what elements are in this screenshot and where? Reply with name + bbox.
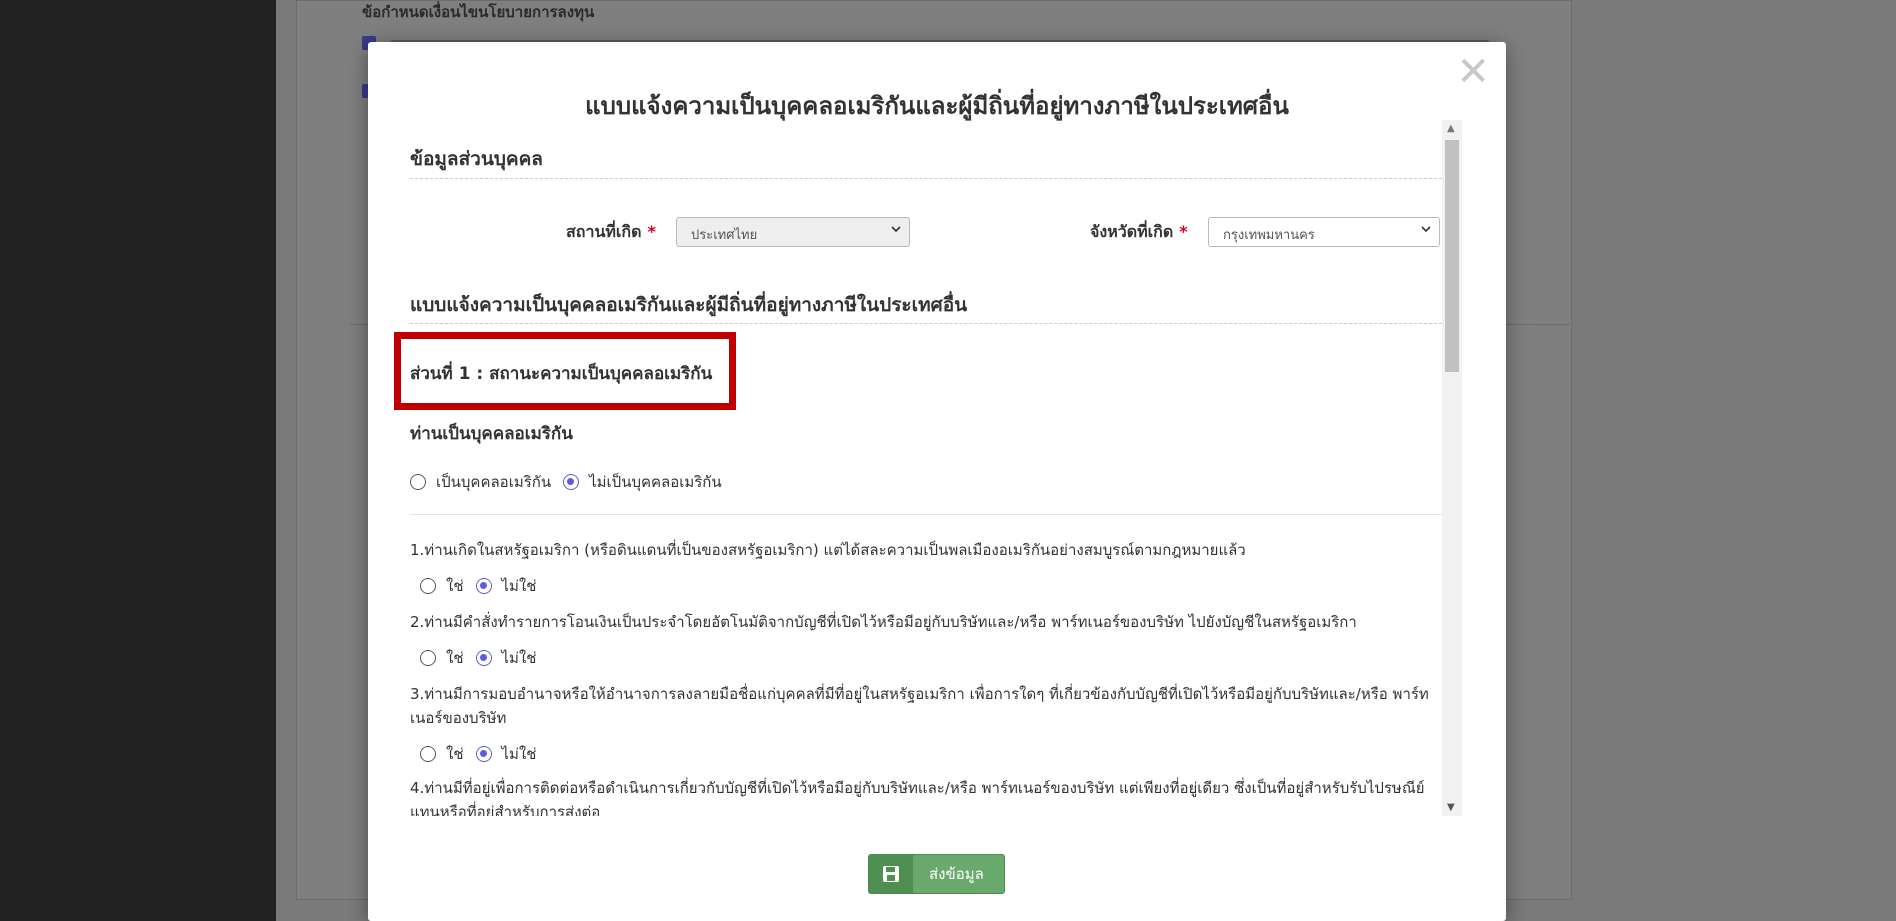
section-divider <box>410 514 1442 515</box>
modal-scrollbar[interactable]: ▲ ▼ <box>1442 120 1462 816</box>
section-divider <box>410 323 1442 324</box>
no-label: ไม่ใช่ <box>501 649 537 667</box>
yes-label: ใช่ <box>446 577 464 595</box>
question-2-text: 2.ท่านมีคำสั่งทำรายการโอนเงินเป็นประจำโด… <box>410 613 1357 631</box>
question-3-radio-group: ใช่ ไม่ใช่ <box>420 742 548 766</box>
yes-label: ใช่ <box>446 745 464 763</box>
scroll-down-icon[interactable]: ▼ <box>1447 802 1455 813</box>
us-person-yes-radio[interactable] <box>410 474 426 490</box>
no-label: ไม่ใช่ <box>501 745 537 763</box>
question-2-radio-group: ใช่ ไม่ใช่ <box>420 646 548 670</box>
us-person-yes-label: เป็นบุคคลอเมริกัน <box>436 473 552 491</box>
birth-place-select[interactable]: ประเทศไทย <box>676 217 910 247</box>
question-3-yes-radio[interactable] <box>420 746 436 762</box>
chevron-down-icon <box>891 226 901 233</box>
submit-label: ส่งข้อมูล <box>929 865 984 883</box>
birth-province-label-text: จังหวัดที่เกิด <box>1090 222 1174 241</box>
birth-place-label: สถานที่เกิด * <box>566 220 656 245</box>
birth-province-label: จังหวัดที่เกิด * <box>1090 220 1188 245</box>
question-4-text: 4.ท่านมีที่อยู่เพื่อการติดต่อหรือดำเนินก… <box>410 779 1425 816</box>
scrollbar-thumb[interactable] <box>1445 140 1459 372</box>
us-person-no-label: ไม่เป็นบุคคลอเมริกัน <box>589 473 722 491</box>
section-divider <box>410 178 1442 179</box>
fatca-section-title: แบบแจ้งความเป็นบุคคลอเมริกันและผู้มีถิ่น… <box>410 294 968 316</box>
birth-province-select[interactable]: กรุงเทพมหานคร <box>1208 217 1440 247</box>
birth-province-value: กรุงเทพมหานคร <box>1223 228 1315 243</box>
birth-place-value: ประเทศไทย <box>691 228 758 243</box>
part1-highlight-box <box>394 332 736 410</box>
background-sidebar <box>0 0 276 921</box>
birth-place-label-text: สถานที่เกิด <box>566 222 642 241</box>
us-person-radio-group: เป็นบุคคลอเมริกัน ไม่เป็นบุคคลอเมริกัน <box>410 470 734 494</box>
question-1-yes-radio[interactable] <box>420 578 436 594</box>
required-marker: * <box>1179 222 1188 241</box>
question-2-no-radio[interactable] <box>475 650 492 666</box>
required-marker: * <box>647 222 656 241</box>
chevron-down-icon <box>1421 226 1431 233</box>
question-3-text: 3.ท่านมีการมอบอำนาจหรือให้อำนาจการลงลายม… <box>410 685 1429 727</box>
question-3-no-radio[interactable] <box>475 746 492 762</box>
modal-scroll-content[interactable]: ข้อมูลส่วนบุคคล สถานที่เกิด * ประเทศไทย จ… <box>410 120 1442 816</box>
floppy-disk-icon <box>869 855 913 893</box>
question-1-radio-group: ใช่ ไม่ใช่ <box>420 574 548 598</box>
us-person-no-radio[interactable] <box>563 474 580 490</box>
no-label: ไม่ใช่ <box>501 577 537 595</box>
yes-label: ใช่ <box>446 649 464 667</box>
us-person-question: ท่านเป็นบุคคลอเมริกัน <box>410 424 573 444</box>
question-1-no-radio[interactable] <box>475 578 492 594</box>
background-heading: ข้อกำหนดเงื่อนไขนโยบายการลงทุน <box>362 3 595 21</box>
question-1-text: 1.ท่านเกิดในสหรัฐอเมริกา (หรือดินแดนที่เ… <box>410 541 1246 559</box>
submit-button[interactable]: ส่งข้อมูล <box>868 854 1005 894</box>
scroll-up-icon[interactable]: ▲ <box>1447 123 1455 134</box>
question-2-yes-radio[interactable] <box>420 650 436 666</box>
personal-section-title: ข้อมูลส่วนบุคคล <box>410 148 543 170</box>
